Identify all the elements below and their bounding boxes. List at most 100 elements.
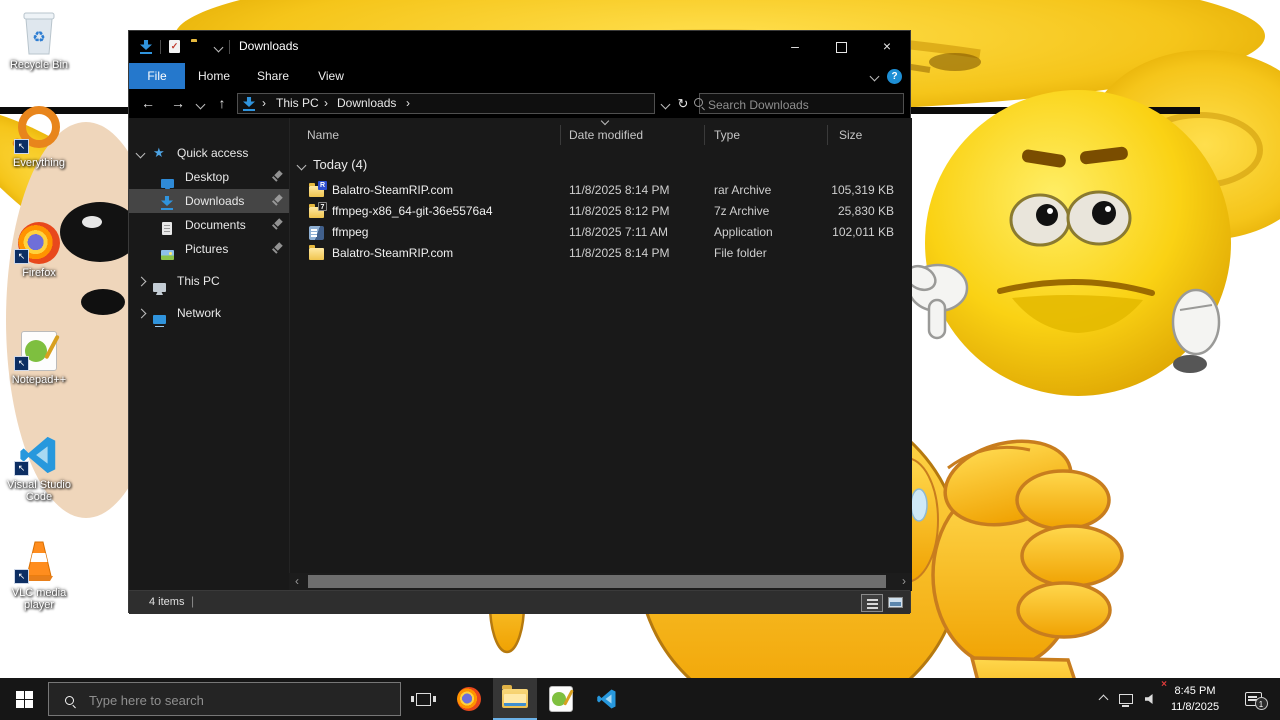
search-icon[interactable] <box>694 98 705 109</box>
breadcrumb-downloads[interactable]: Downloads <box>337 94 396 113</box>
close-button[interactable]: × <box>864 31 910 62</box>
pictures-icon <box>161 244 174 268</box>
sidebar-item-downloads[interactable]: Downloads <box>129 189 289 213</box>
file-row[interactable]: ffmpeg 11/8/2025 7:11 AM Application 102… <box>290 222 912 243</box>
search-icon <box>65 696 76 707</box>
sidebar-item-pictures[interactable]: Pictures <box>129 237 289 261</box>
desktop-icon-vlc[interactable]: ↖ VLC media player <box>6 536 72 611</box>
scrollbar-thumb[interactable] <box>308 575 886 588</box>
ribbon-collapse-icon[interactable] <box>869 71 880 82</box>
recent-locations-dropdown-icon[interactable] <box>195 99 206 110</box>
sidebar-item-network[interactable]: Network <box>129 301 289 327</box>
desktop-icon-notepad-plus-plus[interactable]: ↖ Notepad++ <box>6 323 72 386</box>
sidebar-item-this-pc[interactable]: This PC <box>129 269 289 293</box>
recycle-bin-icon: ♻ <box>6 8 72 56</box>
tray-expand-button[interactable] <box>1092 678 1114 720</box>
notepad-plus-plus-icon <box>549 686 573 712</box>
pin-icon <box>271 195 283 207</box>
search-field[interactable] <box>694 93 904 114</box>
chevron-down-icon[interactable] <box>135 148 146 159</box>
minimize-button[interactable]: – <box>772 31 818 62</box>
address-dropdown-icon[interactable] <box>660 99 671 110</box>
desktop-icon-recycle-bin[interactable]: ♻ Recycle Bin <box>6 8 72 71</box>
maximize-button[interactable] <box>818 31 864 62</box>
navigation-pane: ★ Quick access Desktop Downloads Documen… <box>129 118 289 591</box>
tray-network-icon[interactable] <box>1114 678 1138 720</box>
tab-home[interactable]: Home <box>185 63 243 89</box>
column-header-size[interactable]: Size <box>839 123 899 148</box>
desktop-icon-firefox[interactable]: ↖ Firefox <box>6 216 72 279</box>
tab-share[interactable]: Share <box>243 63 303 89</box>
search-input[interactable] <box>706 95 878 114</box>
start-button[interactable] <box>0 678 48 720</box>
sidebar-item-label: Desktop <box>185 170 230 184</box>
tab-file[interactable]: File <box>129 63 185 89</box>
breadcrumb-separator: › <box>406 96 410 110</box>
tab-view[interactable]: View <box>303 63 359 89</box>
group-collapse-icon[interactable] <box>296 160 307 171</box>
chevron-right-icon[interactable] <box>136 276 147 287</box>
column-header-name[interactable]: Name <box>307 123 507 148</box>
scroll-right-icon[interactable]: › <box>896 573 912 590</box>
chevron-right-icon[interactable] <box>136 308 147 319</box>
chevron-up-icon <box>1098 694 1108 704</box>
shortcut-arrow-icon: ↖ <box>14 249 29 264</box>
taskbar-vscode[interactable] <box>585 678 629 720</box>
rar-archive-icon: R <box>309 181 327 198</box>
status-separator: | <box>191 594 195 608</box>
file-row[interactable]: R Balatro-SteamRIP.com 11/8/2025 8:14 PM… <box>290 180 912 201</box>
file-type: File folder <box>714 246 767 260</box>
desktop-icon-vscode[interactable]: ↖ Visual Studio Code <box>6 428 72 503</box>
sidebar-item-quick-access[interactable]: ★ Quick access <box>129 141 289 165</box>
forward-button[interactable]: → <box>167 89 189 118</box>
quick-access-toolbar-dropdown-icon[interactable] <box>213 42 224 53</box>
everything-search-icon: ↖ <box>6 106 72 154</box>
taskbar-file-explorer[interactable] <box>493 678 537 720</box>
breadcrumb[interactable]: › This PC › Downloads › <box>237 93 655 114</box>
scroll-left-icon[interactable]: ‹ <box>289 573 305 590</box>
horizontal-scrollbar[interactable]: ‹ › <box>289 573 912 590</box>
file-type: rar Archive <box>714 183 772 197</box>
file-explorer-icon <box>502 684 528 708</box>
firefox-icon: ↖ <box>6 216 72 264</box>
taskbar-search-input[interactable] <box>87 689 381 711</box>
taskbar-firefox[interactable] <box>447 678 491 720</box>
wallpaper-3d-sad-emoji <box>905 90 1231 396</box>
downloads-arrow-icon <box>160 196 174 210</box>
back-button[interactable]: ← <box>137 89 159 118</box>
details-view-button[interactable] <box>861 594 883 612</box>
notepad-plus-plus-icon: ↖ <box>6 323 72 371</box>
desktop-icon-label: VLC media player <box>11 587 67 611</box>
vscode-icon <box>597 689 616 709</box>
tray-volume-muted-icon[interactable]: × <box>1138 678 1167 720</box>
taskbar-search-box[interactable] <box>48 682 401 716</box>
file-row[interactable]: Balatro-SteamRIP.com 11/8/2025 8:14 PM F… <box>290 243 912 264</box>
help-icon[interactable]: ? <box>887 69 902 84</box>
desktop-icon-label: Recycle Bin <box>9 59 69 71</box>
breadcrumb-this-pc[interactable]: This PC <box>276 94 319 113</box>
breadcrumb-separator: › <box>324 96 328 110</box>
file-name: Balatro-SteamRIP.com <box>332 246 454 260</box>
refresh-icon[interactable]: ↻ <box>672 89 694 118</box>
tray-time: 8:45 PM <box>1174 685 1216 697</box>
network-icon <box>153 308 166 332</box>
properties-quick-access-icon[interactable]: ✓ <box>169 40 180 53</box>
folder-icon <box>309 245 325 261</box>
taskbar-notepad-plus-plus[interactable] <box>539 678 583 720</box>
tray-clock[interactable]: 8:45 PM 11/8/2025 <box>1164 683 1226 715</box>
title-bar[interactable]: ✓ Downloads – × <box>129 31 910 63</box>
shortcut-arrow-icon: ↖ <box>14 139 29 154</box>
sidebar-item-desktop[interactable]: Desktop <box>129 165 289 189</box>
group-header-today[interactable]: Today (4) <box>290 154 912 176</box>
up-button[interactable]: ↑ <box>211 89 233 118</box>
notification-badge: 1 <box>1254 697 1268 710</box>
sidebar-item-documents[interactable]: Documents <box>129 213 289 237</box>
column-header-date-modified[interactable]: Date modified <box>569 123 699 148</box>
file-row[interactable]: 7 ffmpeg-x86_64-git-36e5576a4 11/8/2025 … <box>290 201 912 222</box>
large-icons-view-button[interactable] <box>885 594 907 612</box>
notification-center-button[interactable]: 1 <box>1236 678 1270 720</box>
column-header-type[interactable]: Type <box>714 123 814 148</box>
task-view-button[interactable] <box>401 678 445 720</box>
desktop-icon-label: Notepad++ <box>11 374 67 386</box>
desktop-icon-everything[interactable]: ↖ Everything <box>6 106 72 169</box>
